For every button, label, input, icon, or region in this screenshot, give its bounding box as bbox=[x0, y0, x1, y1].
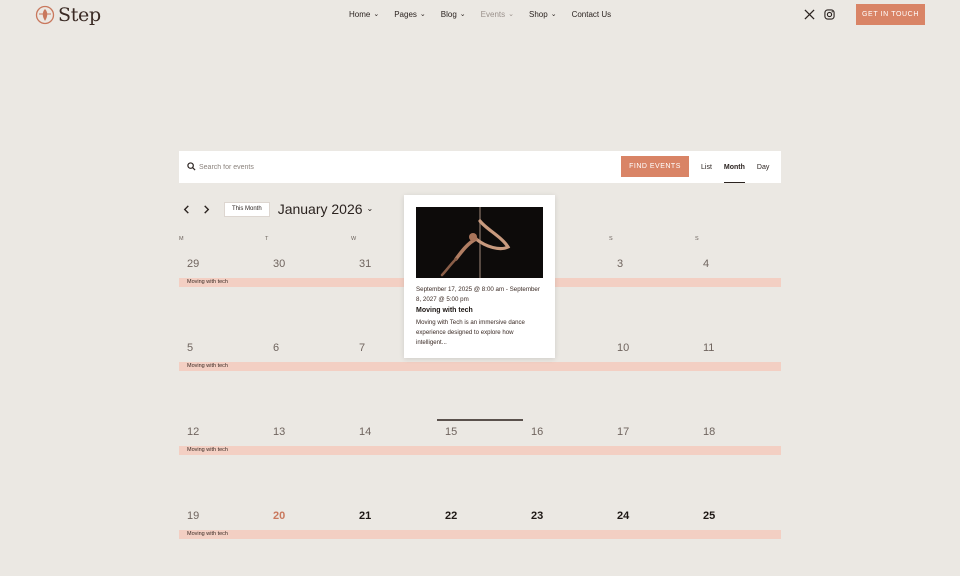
view-day-tab[interactable]: Day bbox=[757, 151, 769, 183]
event-tooltip[interactable]: September 17, 2025 @ 8:00 am - September… bbox=[404, 195, 555, 358]
nav-item-contact[interactable]: Contact Us bbox=[572, 10, 612, 19]
view-list-tab[interactable]: List bbox=[701, 151, 712, 183]
view-month-tab[interactable]: Month bbox=[723, 151, 745, 183]
chevron-down-icon: ⌄ bbox=[550, 11, 557, 18]
chevron-down-icon: ⌄ bbox=[366, 204, 374, 213]
weekday-header: S bbox=[609, 236, 613, 242]
day-number[interactable]: 29 bbox=[187, 258, 199, 270]
day-number-today[interactable]: 20 bbox=[273, 510, 285, 522]
weekday-header: M bbox=[179, 236, 184, 242]
search-input[interactable] bbox=[199, 160, 499, 174]
dancer-illustration bbox=[416, 207, 543, 278]
event-date-range: September 17, 2025 @ 8:00 am - September… bbox=[416, 286, 540, 303]
logo-text: Step bbox=[58, 4, 101, 26]
nav-item-blog[interactable]: Blog ⌄ bbox=[441, 10, 466, 19]
weekday-header: S bbox=[695, 236, 699, 242]
search-icon bbox=[187, 162, 196, 171]
get-in-touch-button[interactable]: GET IN TOUCH bbox=[856, 4, 925, 25]
month-navigation: This Month January 2026 ⌄ bbox=[179, 200, 373, 218]
event-image[interactable] bbox=[416, 207, 543, 278]
next-month-button[interactable] bbox=[199, 202, 213, 216]
day-number[interactable]: 24 bbox=[617, 510, 629, 522]
logo-mark-icon bbox=[35, 5, 55, 25]
social-links bbox=[804, 9, 835, 20]
nav-label: Events bbox=[480, 10, 506, 19]
chevron-down-icon: ⌄ bbox=[459, 11, 466, 18]
day-number[interactable]: 7 bbox=[359, 342, 365, 354]
day-number[interactable]: 30 bbox=[273, 258, 285, 270]
day-number[interactable]: 6 bbox=[273, 342, 279, 354]
view-switcher: List Month Day bbox=[701, 151, 769, 183]
find-events-button[interactable]: FIND EVENTS bbox=[621, 156, 689, 177]
nav-label: Shop bbox=[529, 10, 548, 19]
event-description: Moving with Tech is an immersive dance e… bbox=[416, 319, 525, 346]
day-number[interactable]: 16 bbox=[531, 426, 543, 438]
chevron-left-icon bbox=[183, 204, 189, 214]
site-header: Step Home ⌄ Pages ⌄ Blog ⌄ Events ⌄ Shop… bbox=[0, 0, 960, 30]
event-bar[interactable]: Moving with tech bbox=[179, 446, 781, 455]
day-number[interactable]: 3 bbox=[617, 258, 623, 270]
day-number[interactable]: 11 bbox=[703, 342, 714, 354]
month-title: January 2026 bbox=[277, 201, 363, 217]
x-icon[interactable] bbox=[804, 9, 815, 20]
day-number[interactable]: 15 bbox=[445, 426, 457, 438]
day-number[interactable]: 31 bbox=[359, 258, 371, 270]
chevron-down-icon: ⌄ bbox=[508, 11, 515, 18]
day-number[interactable]: 23 bbox=[531, 510, 543, 522]
nav-item-pages[interactable]: Pages ⌄ bbox=[394, 10, 426, 19]
day-number[interactable]: 18 bbox=[703, 426, 715, 438]
instagram-icon[interactable] bbox=[824, 9, 835, 20]
chevron-down-icon: ⌄ bbox=[419, 11, 426, 18]
nav-item-shop[interactable]: Shop ⌄ bbox=[529, 10, 557, 19]
day-number[interactable]: 17 bbox=[617, 426, 629, 438]
events-search-bar: FIND EVENTS List Month Day bbox=[179, 151, 781, 183]
weekday-header: T bbox=[265, 236, 269, 242]
previous-month-button[interactable] bbox=[179, 202, 193, 216]
chevron-right-icon bbox=[203, 204, 209, 214]
event-bar[interactable]: Moving with tech bbox=[179, 530, 781, 539]
event-title[interactable]: Moving with tech bbox=[416, 307, 473, 314]
day-number[interactable]: 10 bbox=[617, 342, 629, 354]
day-number[interactable]: 4 bbox=[703, 258, 709, 270]
nav-label: Pages bbox=[394, 10, 417, 19]
day-number[interactable]: 14 bbox=[359, 426, 371, 438]
day-number[interactable]: 22 bbox=[445, 510, 457, 522]
day-number[interactable]: 13 bbox=[273, 426, 285, 438]
nav-item-home[interactable]: Home ⌄ bbox=[349, 10, 379, 19]
chevron-down-icon: ⌄ bbox=[373, 11, 380, 18]
week-divider bbox=[437, 419, 523, 421]
nav-item-events[interactable]: Events ⌄ bbox=[481, 10, 514, 19]
main-nav: Home ⌄ Pages ⌄ Blog ⌄ Events ⌄ Shop ⌄ Co… bbox=[349, 10, 611, 19]
day-number[interactable]: 25 bbox=[703, 510, 715, 522]
event-bar[interactable]: Moving with tech bbox=[179, 362, 781, 371]
this-month-button[interactable]: This Month bbox=[224, 201, 270, 217]
nav-label: Blog bbox=[440, 10, 457, 19]
day-number[interactable]: 21 bbox=[359, 510, 371, 522]
logo[interactable]: Step bbox=[35, 4, 101, 26]
nav-label: Contact Us bbox=[571, 10, 612, 19]
day-number[interactable]: 5 bbox=[187, 342, 193, 354]
month-picker[interactable]: January 2026 ⌄ bbox=[278, 201, 374, 217]
day-number[interactable]: 12 bbox=[187, 426, 199, 438]
weekday-header: W bbox=[351, 236, 357, 242]
nav-label: Home bbox=[349, 10, 371, 19]
day-number[interactable]: 19 bbox=[187, 510, 199, 522]
